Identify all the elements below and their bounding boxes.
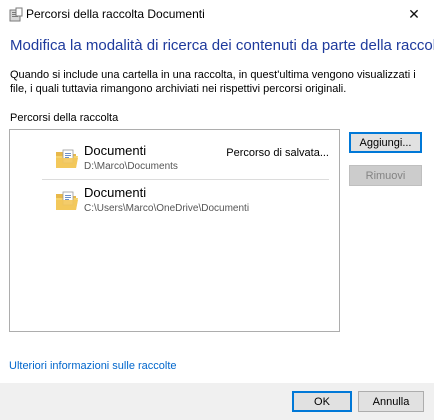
more-info-link[interactable]: Ulteriori informazioni sulle raccolte (9, 360, 177, 372)
dialog-description: Quando si include una cartella in una ra… (10, 69, 416, 95)
location-name: Documenti (84, 185, 147, 200)
list-item[interactable]: Documenti C:\Users\Marco\OneDrive\Docume… (20, 181, 333, 221)
ok-button[interactable]: OK (292, 391, 352, 412)
library-locations-label: Percorsi della raccolta (10, 112, 119, 124)
window-title: Percorsi della raccolta Documenti (26, 7, 205, 21)
documents-folder-icon (54, 146, 80, 172)
close-icon: ✕ (408, 5, 420, 22)
dialog-footer: OK Annulla (0, 383, 434, 420)
documents-folder-icon (54, 188, 80, 214)
cancel-button[interactable]: Annulla (358, 391, 424, 412)
list-divider (42, 179, 329, 180)
add-button[interactable]: Aggiungi... (349, 132, 422, 153)
list-item[interactable]: Documenti D:\Marco\Documents Percorso di… (20, 139, 333, 179)
library-icon (8, 7, 24, 23)
location-path: D:\Marco\Documents (84, 161, 178, 172)
dialog-heading: Modifica la modalità di ricerca dei cont… (10, 37, 434, 54)
title-bar: Percorsi della raccolta Documenti ✕ (0, 0, 434, 30)
location-path: C:\Users\Marco\OneDrive\Documenti (84, 203, 250, 214)
close-button[interactable]: ✕ (394, 0, 434, 28)
remove-button[interactable]: Rimuovi (349, 165, 422, 186)
location-name: Documenti (84, 143, 147, 158)
library-locations-list[interactable]: Documenti D:\Marco\Documents Percorso di… (9, 129, 340, 332)
default-save-location-label: Percorso di salvata... (226, 147, 329, 159)
